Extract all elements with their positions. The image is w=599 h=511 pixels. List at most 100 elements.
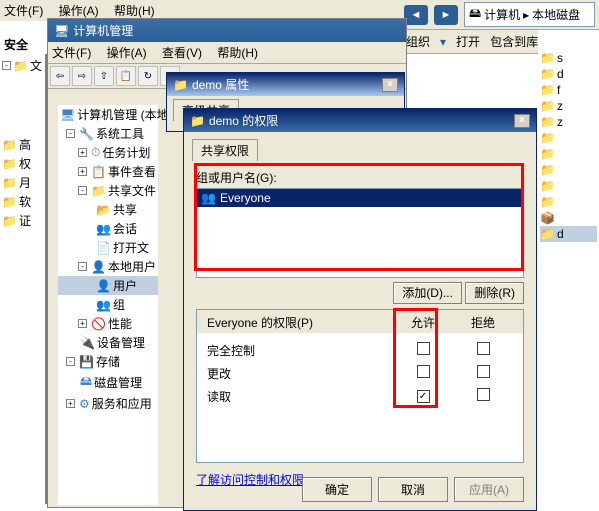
close-button[interactable]: × bbox=[514, 114, 530, 128]
mgmt-menu-ops[interactable]: 操作(A) bbox=[107, 46, 147, 60]
disk-icon: 🖴 bbox=[80, 372, 92, 393]
addr-computer: 计算机 bbox=[484, 6, 520, 23]
folder-icon: 📁 bbox=[540, 147, 555, 161]
tree-node[interactable]: -📁共享文件 bbox=[58, 181, 158, 200]
drive-icon: 🖴 bbox=[469, 4, 481, 25]
learn-more-link[interactable]: 了解访问控制和权限 bbox=[196, 473, 304, 487]
computer-icon: 🖥 bbox=[54, 24, 69, 38]
tree-item[interactable]: -📁文 bbox=[2, 56, 43, 75]
tree-root[interactable]: 🖥计算机管理 (本地) bbox=[58, 105, 158, 124]
list-item-everyone[interactable]: 👥 Everyone bbox=[197, 189, 523, 207]
checkbox-change-deny[interactable] bbox=[477, 365, 490, 378]
tree-node[interactable]: 👥会话 bbox=[58, 219, 158, 238]
tree-node[interactable]: -💾存储 bbox=[58, 352, 158, 371]
open-button[interactable]: 打开 bbox=[456, 33, 480, 50]
list-item[interactable]: 📦 bbox=[540, 210, 597, 226]
folder-icon: 📁 bbox=[2, 214, 17, 228]
perm-label: 读取 bbox=[207, 388, 393, 405]
left-tree: -📁文 📁高 📁权 📁月 📁软 📁证 bbox=[0, 54, 47, 504]
ok-button[interactable]: 确定 bbox=[302, 477, 372, 502]
storage-icon: 💾 bbox=[79, 355, 94, 369]
explorer-address-bar: ◄ ► 🖴 计算机 ▸ 本地磁盘 bbox=[400, 0, 599, 30]
mgmt-menu-view[interactable]: 查看(V) bbox=[162, 46, 202, 60]
tree-node[interactable]: 🔌设备管理 bbox=[58, 333, 158, 352]
folder-icon: 📁 bbox=[540, 179, 555, 193]
mgmt-title: 计算机管理 bbox=[73, 22, 133, 39]
close-button[interactable]: × bbox=[382, 78, 398, 92]
user-icon: 👤 bbox=[96, 279, 111, 293]
add-button[interactable]: 添加(D)... bbox=[393, 282, 462, 304]
list-item[interactable]: 📁s bbox=[540, 50, 597, 66]
tree-node[interactable]: +⏱任务计划 bbox=[58, 143, 158, 162]
bg-menu-file[interactable]: 文件(F) bbox=[4, 4, 43, 18]
tree-item[interactable]: 📁高 bbox=[2, 135, 43, 154]
tab-share-perm[interactable]: 共享权限 bbox=[192, 139, 258, 161]
perm-label: 更改 bbox=[207, 365, 393, 382]
list-item[interactable]: 📁 bbox=[540, 194, 597, 210]
left-tree-title: 安全 bbox=[4, 36, 28, 53]
tree-node[interactable]: -🔧系统工具 bbox=[58, 124, 158, 143]
breadcrumb-sep: ▸ bbox=[523, 8, 529, 22]
list-item[interactable]: 📁 bbox=[540, 162, 597, 178]
checkbox-read-deny[interactable] bbox=[477, 388, 490, 401]
group-user-label: 组或用户名(G): bbox=[196, 169, 524, 186]
list-item-selected[interactable]: 📁d bbox=[540, 226, 597, 242]
tree-item[interactable]: 📁权 bbox=[2, 154, 43, 173]
fwd-icon[interactable]: ⇨ bbox=[72, 66, 92, 86]
list-item[interactable]: 📁 bbox=[540, 178, 597, 194]
checkbox-full-allow[interactable] bbox=[417, 342, 430, 355]
nav-fwd-button[interactable]: ► bbox=[434, 5, 458, 25]
mgmt-menu-file[interactable]: 文件(F) bbox=[52, 46, 91, 60]
checkbox-read-allow[interactable]: ✓ bbox=[417, 390, 430, 403]
tools-icon: 🔧 bbox=[79, 127, 94, 141]
tree-item[interactable]: 📁证 bbox=[2, 211, 43, 230]
organize-button[interactable]: 组织 bbox=[406, 33, 430, 50]
prop-icon[interactable]: 📋 bbox=[116, 66, 136, 86]
tree-node-selected[interactable]: 👤用户 bbox=[58, 276, 158, 295]
bg-menu-help[interactable]: 帮助(H) bbox=[114, 4, 155, 18]
tree-node[interactable]: 👥组 bbox=[58, 295, 158, 314]
addr-disk: 本地磁盘 bbox=[532, 6, 580, 23]
nav-back-button[interactable]: ◄ bbox=[404, 5, 428, 25]
tree-item[interactable]: 📁软 bbox=[2, 192, 43, 211]
users-icon: 👤 bbox=[91, 260, 106, 274]
allow-header: 允许 bbox=[393, 314, 453, 331]
list-item[interactable]: 📁 bbox=[540, 146, 597, 162]
tree-node[interactable]: +⚙服务和应用 bbox=[58, 394, 158, 413]
group-user-list[interactable]: 👥 Everyone bbox=[196, 188, 524, 278]
session-icon: 👥 bbox=[96, 222, 111, 236]
list-item[interactable]: 📁 bbox=[540, 130, 597, 146]
mgmt-menu-help[interactable]: 帮助(H) bbox=[217, 46, 258, 60]
list-item[interactable]: 📁z bbox=[540, 98, 597, 114]
remove-button[interactable]: 删除(R) bbox=[465, 282, 524, 304]
tree-node[interactable]: 🖴磁盘管理 bbox=[58, 371, 158, 394]
views-button[interactable]: ▾ bbox=[440, 35, 446, 49]
folder-icon: 📁 bbox=[13, 59, 28, 73]
up-icon[interactable]: ⇧ bbox=[94, 66, 114, 86]
list-item[interactable]: 📁z bbox=[540, 114, 597, 130]
checkbox-change-allow[interactable] bbox=[417, 365, 430, 378]
tree-node[interactable]: 📂共享 bbox=[58, 200, 158, 219]
folder-icon: 📁 bbox=[173, 78, 188, 92]
folder-icon: 📁 bbox=[91, 184, 106, 198]
list-item[interactable]: 📁f bbox=[540, 82, 597, 98]
back-icon[interactable]: ⇦ bbox=[50, 66, 70, 86]
bg-menu-ops[interactable]: 操作(A) bbox=[59, 4, 99, 18]
folder-icon: 📁 bbox=[2, 195, 17, 209]
tree-item[interactable]: 📁月 bbox=[2, 173, 43, 192]
tree-node[interactable]: +🚫性能 bbox=[58, 314, 158, 333]
apply-button[interactable]: 应用(A) bbox=[454, 477, 524, 502]
cancel-button[interactable]: 取消 bbox=[378, 477, 448, 502]
checkbox-full-deny[interactable] bbox=[477, 342, 490, 355]
tree-node[interactable]: -👤本地用户 bbox=[58, 257, 158, 276]
folder-icon: 📁 bbox=[540, 163, 555, 177]
tree-node[interactable]: 📄打开文 bbox=[58, 238, 158, 257]
refresh-icon[interactable]: ↻ bbox=[138, 66, 158, 86]
tree-node[interactable]: +📋事件查看 bbox=[58, 162, 158, 181]
perm-for-label: Everyone 的权限(P) bbox=[207, 314, 393, 331]
explorer-folder-list: 📁s 📁d 📁f 📁z 📁z 📁 📁 📁 📁 📁 📦 📁d bbox=[538, 30, 599, 511]
address-field[interactable]: 🖴 计算机 ▸ 本地磁盘 bbox=[464, 2, 595, 27]
perf-icon: 🚫 bbox=[91, 317, 106, 331]
folder-icon: 📁 bbox=[540, 51, 555, 65]
list-item[interactable]: 📁d bbox=[540, 66, 597, 82]
